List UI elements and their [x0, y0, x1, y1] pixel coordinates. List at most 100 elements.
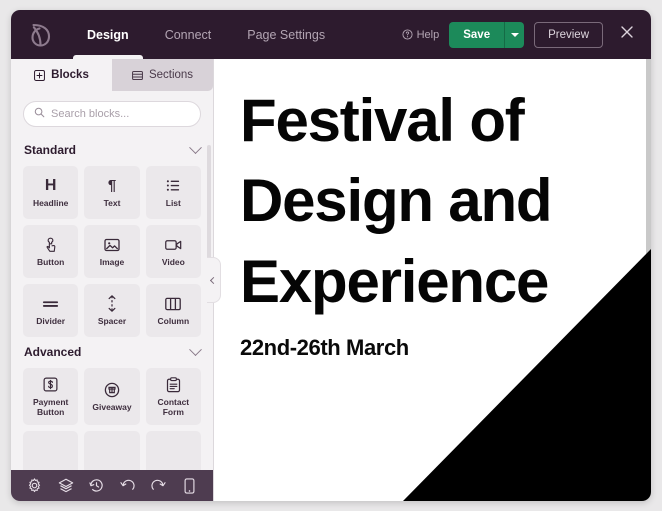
- block-label: Button: [36, 256, 65, 267]
- nav-label: Design: [87, 27, 129, 42]
- block-card-spacer[interactable]: Spacer: [84, 284, 140, 337]
- undo-arrow-icon: [120, 478, 135, 493]
- divider-equals-icon: [42, 295, 59, 313]
- block-card-list[interactable]: List: [145, 166, 201, 219]
- help-label: Help: [416, 28, 440, 41]
- sidebar-tabs: Blocks Sections: [11, 59, 213, 91]
- settings-button[interactable]: [24, 475, 46, 497]
- group-header-advanced[interactable]: Advanced: [23, 337, 202, 368]
- group-title: Standard: [24, 143, 77, 157]
- block-card-contact-form[interactable]: Contact Form: [145, 368, 201, 425]
- block-label: Contact Form: [157, 396, 190, 417]
- block-card-placeholder[interactable]: [23, 431, 79, 470]
- nav-label: Page Settings: [247, 27, 326, 42]
- nav-item-page-settings[interactable]: Page Settings: [229, 10, 343, 59]
- block-card-text[interactable]: ¶ Text: [84, 166, 140, 219]
- chevron-down-icon: [189, 342, 202, 356]
- question-circle-icon: [402, 29, 413, 40]
- standard-blocks-grid: H Headline ¶ Text List Button Image Vide…: [23, 166, 201, 337]
- headline-h-icon: H: [44, 176, 57, 194]
- tab-label: Blocks: [51, 69, 89, 81]
- app-logo[interactable]: [11, 10, 69, 59]
- app-header: Design Connect Page Settings Help Save P…: [11, 10, 651, 59]
- redo-button[interactable]: [148, 475, 170, 497]
- header-nav: Design Connect Page Settings: [69, 10, 343, 59]
- gear-icon: [27, 478, 42, 493]
- block-label: Spacer: [97, 315, 127, 326]
- block-card-placeholder[interactable]: [84, 431, 140, 470]
- save-button[interactable]: Save: [449, 22, 504, 48]
- vertical-arrows-icon: [106, 295, 118, 313]
- redo-arrow-icon: [151, 478, 166, 493]
- block-card-column[interactable]: Column: [145, 284, 201, 337]
- sidebar-collapse-handle[interactable]: [207, 257, 221, 303]
- video-camera-icon: [164, 236, 182, 254]
- mobile-device-icon: [184, 477, 195, 494]
- sidebar-bottom-toolbar: [11, 470, 213, 501]
- block-card-image[interactable]: Image: [84, 225, 140, 278]
- nav-label: Connect: [164, 27, 212, 42]
- tab-label: Sections: [148, 69, 194, 81]
- header-actions: Help Save Preview: [402, 10, 651, 59]
- block-card-placeholder[interactable]: [145, 431, 201, 470]
- leaf-logo-icon: [30, 23, 51, 47]
- sections-layout-icon: [131, 70, 143, 81]
- tab-sections[interactable]: Sections: [112, 59, 213, 91]
- chevron-down-icon: [510, 32, 519, 37]
- layers-icon: [58, 478, 74, 493]
- chevron-left-icon: [209, 276, 218, 284]
- search-icon: [34, 105, 45, 123]
- block-label: Image: [99, 256, 125, 267]
- block-label: Text: [103, 197, 121, 208]
- chevron-down-icon: [189, 140, 202, 154]
- undo-button[interactable]: [117, 475, 139, 497]
- block-label: Divider: [36, 315, 66, 326]
- image-icon: [104, 236, 120, 254]
- block-card-headline[interactable]: H Headline: [23, 166, 79, 219]
- save-dropdown-button[interactable]: [504, 21, 524, 48]
- group-header-standard[interactable]: Standard: [23, 135, 202, 166]
- block-label: Video: [161, 256, 185, 267]
- save-button-group: Save: [449, 21, 525, 48]
- hero-title[interactable]: Festival of Design and Experience: [240, 81, 625, 322]
- page-canvas[interactable]: Festival of Design and Experience 22nd-2…: [214, 59, 651, 501]
- block-card-divider[interactable]: Divider: [23, 284, 79, 337]
- close-icon: [620, 25, 634, 44]
- block-label: List: [165, 197, 181, 208]
- close-button[interactable]: [615, 23, 639, 47]
- blocks-sidebar: Blocks Sections Search blocks... Standar…: [11, 59, 221, 501]
- tab-blocks[interactable]: Blocks: [11, 59, 112, 91]
- block-label: Giveaway: [92, 401, 132, 412]
- advanced-blocks-grid: Payment Button Giveaway Contact Form: [23, 368, 201, 470]
- editor-window: Design Connect Page Settings Help Save P…: [11, 10, 651, 501]
- history-button[interactable]: [86, 475, 108, 497]
- contact-form-icon: [166, 376, 181, 394]
- hero-subtitle[interactable]: 22nd-26th March: [240, 335, 625, 361]
- nav-item-design[interactable]: Design: [69, 10, 147, 59]
- block-card-payment-button[interactable]: Payment Button: [23, 368, 79, 425]
- layers-button[interactable]: [55, 475, 77, 497]
- dollar-square-icon: [43, 376, 58, 394]
- columns-icon: [165, 295, 182, 313]
- device-preview-button[interactable]: [179, 475, 201, 497]
- group-title: Advanced: [24, 345, 82, 359]
- history-clock-icon: [89, 478, 104, 493]
- block-card-video[interactable]: Video: [145, 225, 201, 278]
- nav-item-connect[interactable]: Connect: [147, 10, 230, 59]
- blocks-grid-icon: [34, 69, 46, 81]
- block-card-button[interactable]: Button: [23, 225, 79, 278]
- block-card-giveaway[interactable]: Giveaway: [84, 368, 140, 425]
- editor-body: Blocks Sections Search blocks... Standar…: [11, 59, 651, 501]
- paragraph-pilcrow-icon: ¶: [107, 177, 117, 195]
- blocks-scroll-area[interactable]: Standard H Headline ¶ Text List Button I…: [11, 135, 213, 470]
- save-label: Save: [463, 28, 491, 41]
- help-link[interactable]: Help: [402, 28, 440, 41]
- search-input[interactable]: [51, 108, 190, 120]
- search-row: [11, 91, 213, 135]
- giveaway-badge-icon: [104, 381, 120, 399]
- list-icon: [166, 177, 181, 195]
- pointer-click-icon: [43, 236, 58, 254]
- preview-label: Preview: [548, 28, 589, 41]
- search-box[interactable]: [23, 101, 201, 127]
- preview-button[interactable]: Preview: [534, 21, 603, 48]
